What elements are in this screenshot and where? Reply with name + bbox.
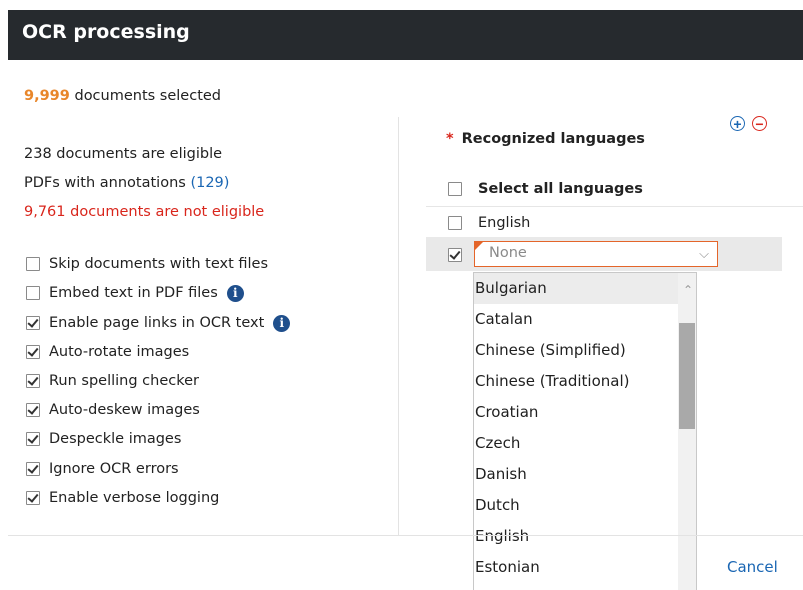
option-label: Auto-deskew images bbox=[49, 402, 200, 418]
option-label: Run spelling checker bbox=[49, 373, 199, 389]
footer-divider bbox=[8, 535, 803, 536]
language-option[interactable]: Croatian bbox=[474, 397, 696, 428]
option-checkbox[interactable] bbox=[26, 403, 40, 417]
recognized-languages-heading: * Recognized languages bbox=[446, 131, 645, 147]
language-option[interactable]: Czech bbox=[474, 428, 696, 459]
option-checkbox[interactable] bbox=[26, 432, 40, 446]
option-checkbox[interactable] bbox=[26, 491, 40, 505]
annotations-line: PDFs with annotations (129) bbox=[24, 175, 229, 191]
option-label: Auto-rotate images bbox=[49, 344, 190, 360]
language-options: Bulgarian Catalan Chinese (Simplified) Chin… bbox=[474, 273, 696, 590]
divider bbox=[426, 206, 803, 207]
cancel-button[interactable]: Cancel bbox=[727, 558, 778, 576]
dropdown-scrollbar[interactable]: ⌃ bbox=[678, 273, 696, 590]
required-marker: * bbox=[446, 131, 454, 147]
option-row[interactable]: Despeckle images bbox=[26, 428, 181, 450]
ocr-processing-dialog: OCR processing 9,999 documents selected … bbox=[8, 10, 803, 590]
background-edge bbox=[0, 0, 8, 590]
scroll-up-icon[interactable]: ⌃ bbox=[683, 283, 693, 297]
language-dropdown: Bulgarian Catalan Chinese (Simplified) Chin… bbox=[473, 272, 697, 590]
option-label: Skip documents with text files bbox=[49, 256, 269, 272]
option-checkbox[interactable] bbox=[26, 345, 40, 359]
option-row[interactable]: Embed text in PDF files i bbox=[26, 282, 244, 304]
option-row[interactable]: Auto-deskew images bbox=[26, 399, 200, 421]
language-option[interactable]: Finnish bbox=[474, 583, 696, 590]
not-eligible-count: 9,761 documents are not eligible bbox=[24, 204, 265, 220]
option-row[interactable]: Ignore OCR errors bbox=[26, 458, 179, 480]
selected-count: 9,999 documents selected bbox=[24, 88, 221, 104]
select-all-languages-row[interactable]: Select all languages bbox=[448, 177, 643, 201]
language-option[interactable]: Estonian bbox=[474, 552, 696, 583]
language-option[interactable]: Chinese (Simplified) bbox=[474, 335, 696, 366]
language-checkbox[interactable] bbox=[448, 216, 462, 230]
language-option[interactable]: Danish bbox=[474, 459, 696, 490]
language-select-value: None bbox=[489, 245, 527, 261]
language-label: English bbox=[478, 215, 531, 231]
language-option[interactable]: Dutch bbox=[474, 490, 696, 521]
option-checkbox[interactable] bbox=[26, 374, 40, 388]
eligible-count: 238 documents are eligible bbox=[24, 146, 223, 162]
option-checkbox[interactable] bbox=[26, 257, 40, 271]
option-row[interactable]: Enable page links in OCR text i bbox=[26, 312, 291, 334]
add-language-button[interactable]: + bbox=[730, 116, 745, 131]
option-row[interactable]: Skip documents with text files bbox=[26, 253, 268, 275]
select-all-label: Select all languages bbox=[478, 181, 643, 197]
option-row[interactable]: Run spelling checker bbox=[26, 370, 199, 392]
language-option[interactable]: English bbox=[474, 521, 696, 552]
annotations-label: PDFs with annotations bbox=[24, 175, 186, 191]
column-divider bbox=[398, 117, 399, 535]
option-checkbox[interactable] bbox=[26, 286, 40, 300]
option-checkbox[interactable] bbox=[26, 316, 40, 330]
option-row[interactable]: Auto-rotate images bbox=[26, 341, 189, 363]
language-select[interactable]: None ⌵ bbox=[474, 241, 718, 267]
new-language-checkbox[interactable] bbox=[448, 248, 462, 262]
dialog-header: OCR processing bbox=[8, 10, 803, 60]
remove-language-button[interactable]: − bbox=[752, 116, 767, 131]
option-checkbox[interactable] bbox=[26, 462, 40, 476]
language-option[interactable]: Bulgarian bbox=[474, 273, 696, 304]
option-row[interactable]: Enable verbose logging bbox=[26, 487, 219, 509]
dialog-title: OCR processing bbox=[22, 21, 190, 43]
chevron-down-icon: ⌵ bbox=[699, 246, 709, 261]
select-all-checkbox[interactable] bbox=[448, 182, 462, 196]
selected-count-number: 9,999 bbox=[24, 88, 70, 104]
language-row-english[interactable]: English bbox=[448, 211, 530, 235]
scrollbar-thumb[interactable] bbox=[679, 323, 695, 429]
validation-marker bbox=[475, 242, 483, 250]
option-label: Ignore OCR errors bbox=[49, 461, 179, 477]
annotations-count-link[interactable]: (129) bbox=[190, 175, 229, 191]
option-label: Enable verbose logging bbox=[49, 490, 220, 506]
option-label: Despeckle images bbox=[49, 431, 182, 447]
info-icon[interactable]: i bbox=[273, 314, 291, 332]
language-option[interactable]: Chinese (Traditional) bbox=[474, 366, 696, 397]
info-icon[interactable]: i bbox=[226, 284, 244, 302]
recognized-languages-label: Recognized languages bbox=[461, 131, 645, 147]
option-label: Enable page links in OCR text bbox=[49, 315, 265, 331]
selected-count-suffix: documents selected bbox=[74, 88, 222, 104]
option-label: Embed text in PDF files bbox=[49, 285, 218, 301]
language-option[interactable]: Catalan bbox=[474, 304, 696, 335]
